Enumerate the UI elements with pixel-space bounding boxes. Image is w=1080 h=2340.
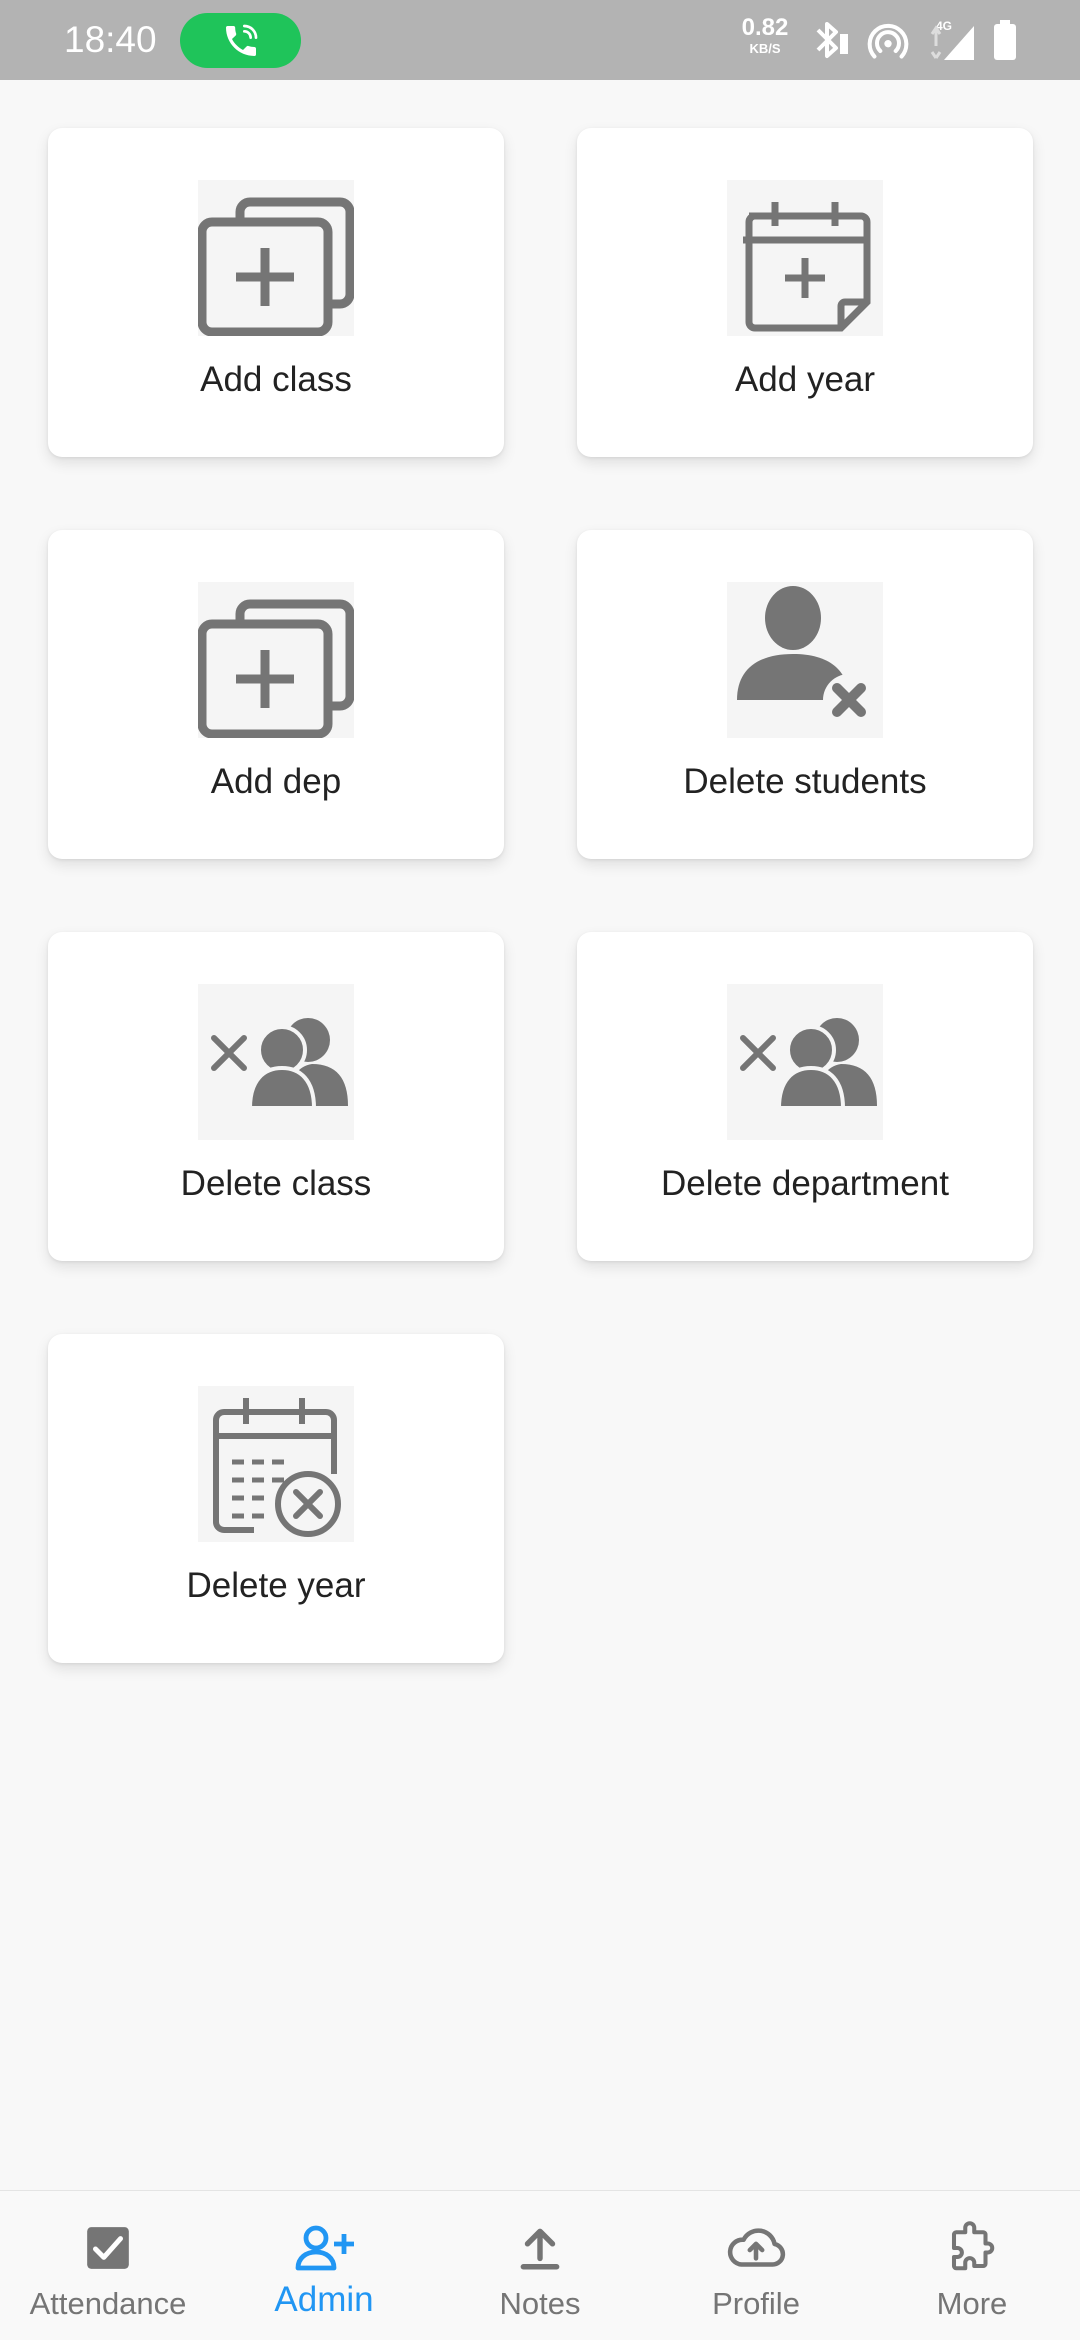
user-remove-icon: [727, 582, 883, 738]
battery-icon: [994, 20, 1016, 60]
card-label: Delete department: [661, 1164, 949, 1203]
nav-profile[interactable]: Profile: [648, 2191, 864, 2340]
puzzle-icon: [864, 2221, 1080, 2275]
add-dep-card[interactable]: Add dep: [48, 530, 504, 859]
nav-label: Notes: [499, 2286, 581, 2321]
calendar-add-icon: [727, 180, 883, 336]
nav-attendance[interactable]: Attendance: [0, 2191, 216, 2340]
delete-year-card[interactable]: Delete year: [48, 1334, 504, 1663]
group-remove-icon: [198, 984, 354, 1140]
nav-admin[interactable]: Admin: [216, 2191, 432, 2340]
card-label: Delete class: [180, 1164, 372, 1203]
network-speed: 0.82 KB/S: [738, 14, 792, 56]
delete-class-card[interactable]: Delete class: [48, 932, 504, 1261]
card-label: Delete year: [186, 1566, 366, 1605]
bluetooth-icon: [816, 22, 848, 58]
add-stack-icon: [198, 582, 354, 738]
hotspot-icon: [867, 23, 909, 59]
phone-call-icon: [225, 24, 257, 56]
delete-department-card[interactable]: Delete department: [577, 932, 1033, 1261]
card-label: Add dep: [210, 762, 342, 801]
nav-more[interactable]: More: [864, 2191, 1080, 2340]
cloud-upload-icon: [648, 2221, 864, 2275]
nav-label: Attendance: [29, 2286, 187, 2321]
network-speed-value: 0.82: [741, 14, 789, 41]
nav-label: Profile: [712, 2286, 800, 2321]
add-stack-icon: [198, 180, 354, 336]
signal-icon: [930, 25, 974, 60]
card-label: Add class: [200, 360, 352, 399]
nav-label: More: [936, 2286, 1008, 2321]
checkbox-icon: [0, 2221, 216, 2275]
network-speed-unit: KB/S: [749, 41, 781, 56]
calendar-delete-icon: [198, 1386, 354, 1542]
delete-students-card[interactable]: Delete students: [577, 530, 1033, 859]
ongoing-call-pill[interactable]: [180, 13, 301, 68]
nav-notes[interactable]: Notes: [432, 2191, 648, 2340]
person-add-icon: [216, 2221, 432, 2275]
card-label: Delete students: [683, 762, 927, 801]
upload-icon: [432, 2221, 648, 2275]
card-label: Add year: [734, 360, 876, 399]
bottom-navigation: Attendance Admin Notes Profile More: [0, 2190, 1080, 2340]
status-bar: 18:40 0.82 KB/S 4G: [0, 0, 1080, 80]
status-time: 18:40: [64, 19, 157, 60]
add-year-card[interactable]: Add year: [577, 128, 1033, 457]
add-class-card[interactable]: Add class: [48, 128, 504, 457]
nav-label: Admin: [274, 2280, 374, 2319]
group-remove-icon: [727, 984, 883, 1140]
